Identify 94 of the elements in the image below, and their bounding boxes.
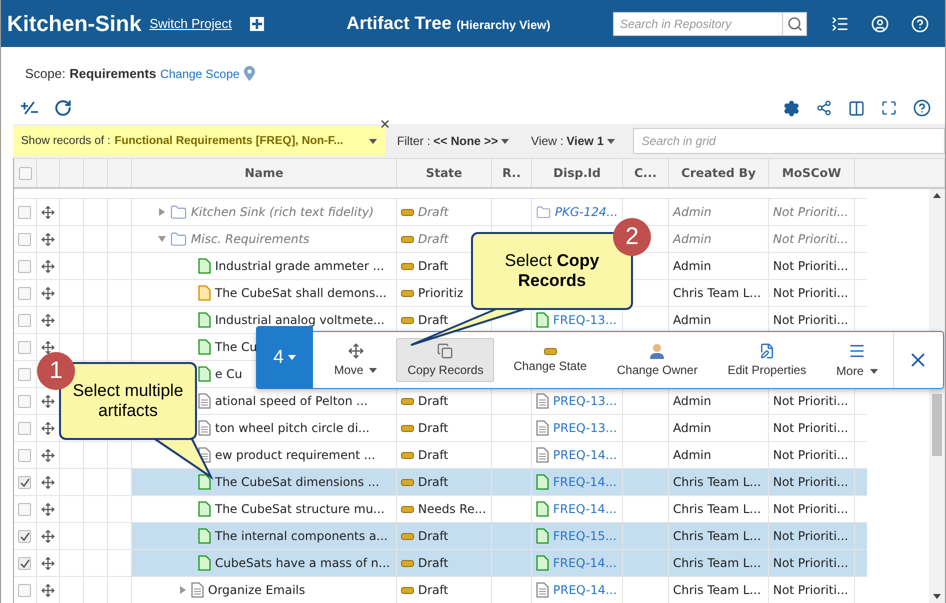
state-text: Draft (418, 556, 448, 570)
state-text: Draft (418, 394, 448, 408)
moscow-text: Not Prioriti... (773, 502, 848, 516)
column-header[interactable]: Name (132, 159, 397, 187)
state-text: Prioritiz (418, 286, 464, 300)
artifact-name[interactable]: Industrial grade ammeter ... (215, 259, 384, 273)
display-id-link[interactable]: PREQ-13... (553, 394, 617, 408)
artifact-name[interactable]: The CubeSat structure mu... (215, 502, 385, 516)
grid-search-field[interactable]: Search in grid (632, 128, 945, 154)
table-row[interactable]: ew product requirement ... Draft PREQ-14... Admin Not Prioriti... (14, 441, 867, 468)
scope-value: Requirements (69, 66, 156, 81)
action-button[interactable]: Change State (502, 338, 598, 382)
created-by-text: Chris Team L... (673, 502, 761, 516)
display-id-link[interactable]: FREQ-14... (553, 502, 617, 516)
state-text: Draft (418, 313, 448, 327)
created-by-text: Admin (673, 313, 712, 327)
artifact-name[interactable]: ew product requirement ... (215, 448, 376, 462)
record-type-dropdown[interactable]: Show records of : Functional Requirements [FREQ], Non-F... (13, 126, 385, 156)
state-text: Draft (418, 448, 448, 462)
artifact-name[interactable]: Kitchen Sink (rich text fidelity) (191, 205, 374, 219)
state-text: Draft (418, 583, 448, 597)
created-by-text: Admin (673, 259, 712, 273)
artifact-name[interactable]: The internal components a... (215, 529, 388, 543)
artifact-name[interactable]: ational speed of Pelton ... (215, 394, 368, 408)
moscow-text: Not Prioriti... (773, 556, 848, 570)
table-row[interactable]: The CubeSat structure mu... Needs Re... FREQ-14... Chris Team L... Not Prioriti... (14, 495, 867, 522)
state-text: Draft (418, 232, 448, 246)
moscow-text: Not Prioriti... (773, 259, 848, 273)
column-header[interactable]: MoSCoW (769, 159, 855, 187)
created-by-text: Admin (673, 421, 712, 435)
moscow-text: Not Prioriti... (773, 583, 848, 597)
created-by-text: Admin (673, 205, 712, 219)
created-by-text: Admin (673, 232, 712, 246)
created-by-text: Chris Team L... (673, 529, 761, 543)
action-button[interactable]: Change Owner (606, 338, 709, 382)
created-by-text: Admin (673, 394, 712, 408)
display-id-link[interactable]: FREQ-13... (553, 313, 617, 327)
artifact-name[interactable]: e Cu (215, 367, 242, 381)
display-id-link[interactable]: PREQ-13... (553, 421, 617, 435)
moscow-text: Not Prioriti... (773, 205, 848, 219)
created-by-text: Chris Team L... (673, 556, 761, 570)
moscow-text: Not Prioriti... (773, 232, 848, 246)
scope-label: Scope: (25, 66, 66, 81)
artifact-name[interactable]: CubeSats have a mass of n... (215, 556, 390, 570)
created-by-text: Admin (673, 448, 712, 462)
column-header[interactable]: R.. (492, 159, 532, 187)
state-text: Draft (418, 529, 448, 543)
project-title: Kitchen-Sink (7, 10, 142, 36)
selected-table-row[interactable]: The CubeSat dimensions ... Draft FREQ-14... Chris Team L... Not Prioriti... (14, 468, 867, 495)
artifact-name[interactable]: ton wheel pitch circle di... (215, 421, 370, 435)
state-text: Draft (418, 259, 448, 273)
created-by-text: Chris Team L... (673, 286, 761, 300)
display-id-link[interactable]: PREQ-14... (553, 448, 617, 462)
page-title: Artifact Tree (346, 13, 452, 34)
artifact-name[interactable]: The CubeSat dimensions ... (215, 475, 380, 489)
view-dropdown[interactable]: View : View 1 (531, 134, 615, 148)
artifact-name[interactable]: The CubeSat shall demons... (215, 286, 387, 300)
action-button[interactable]: Edit Properties (716, 338, 818, 382)
moscow-text: Not Prioriti... (773, 475, 848, 489)
moscow-text: Not Prioriti... (773, 421, 848, 435)
state-text: Draft (418, 205, 448, 219)
selected-table-row[interactable]: The internal components a... Draft FREQ-15... Chris Team L... Not Prioriti... (14, 522, 867, 549)
artifact-name[interactable]: The Cu (215, 340, 258, 354)
change-scope-link[interactable]: Change Scope (160, 66, 240, 80)
display-id-link[interactable]: PKG-124... (554, 205, 618, 219)
state-text: Needs Re... (418, 502, 486, 516)
moscow-text: Not Prioriti... (773, 313, 848, 327)
moscow-text: Not Prioriti... (773, 286, 848, 300)
action-button[interactable]: Move (323, 338, 388, 382)
selected-table-row[interactable]: CubeSats have a mass of n... Draft FREQ-14... Chris Team L... Not Prioriti... (14, 549, 867, 576)
page-subtitle: (Hierarchy View) (456, 18, 550, 32)
column-header[interactable]: Created By (669, 159, 769, 187)
filter-dropdown[interactable]: Filter : << None >> (397, 134, 510, 148)
display-id-link[interactable]: PREQ-14... (553, 583, 617, 597)
action-button[interactable]: More (825, 338, 889, 382)
artifact-name[interactable]: Misc. Requirements (191, 232, 310, 246)
selection-count-button[interactable]: 4 (256, 326, 313, 389)
moscow-text: Not Prioriti... (773, 448, 848, 462)
moscow-text: Not Prioriti... (773, 529, 848, 543)
column-header[interactable]: Disp.Id (532, 159, 623, 187)
table-row[interactable]: Organize Emails Draft PREQ-14... Chris Team L... Not Prioriti... (14, 576, 867, 603)
artifact-name[interactable]: Organize Emails (208, 583, 306, 597)
column-header[interactable]: C... (623, 159, 669, 187)
repository-search-field[interactable]: Search in Repository (613, 12, 807, 36)
created-by-text: Chris Team L... (673, 475, 761, 489)
created-by-text: Chris Team L... (673, 583, 761, 597)
switch-project-link[interactable]: Switch Project (149, 16, 232, 31)
artifact-name[interactable]: Industrial analog voltmete... (215, 313, 385, 327)
table-row[interactable]: Kitchen Sink (rich text fidelity) Draft PKG-124... Admin Not Prioriti... (14, 198, 867, 225)
state-text: Draft (418, 421, 448, 435)
state-text: Draft (418, 475, 448, 489)
moscow-text: Not Prioriti... (773, 394, 848, 408)
column-header[interactable]: State (397, 159, 492, 187)
action-button[interactable]: Copy Records (396, 338, 494, 382)
